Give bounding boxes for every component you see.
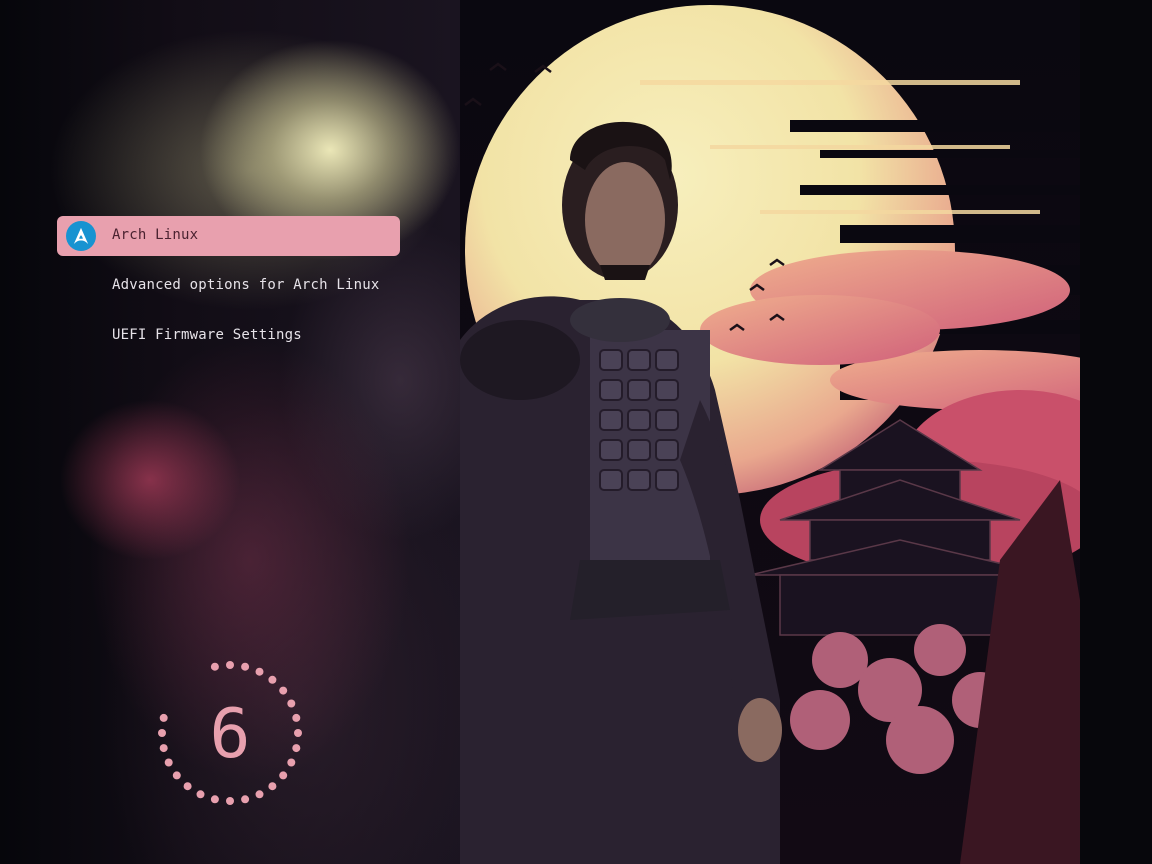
menu-item-label: UEFI Firmware Settings — [112, 327, 302, 343]
boot-menu: Arch Linux Advanced options for Arch Lin… — [57, 216, 400, 366]
menu-item-uefi-firmware-settings[interactable]: UEFI Firmware Settings — [57, 316, 400, 356]
menu-item-advanced-options[interactable]: Advanced options for Arch Linux — [57, 266, 400, 306]
menu-item-arch-linux[interactable]: Arch Linux — [57, 216, 400, 256]
countdown-number: 6 — [209, 695, 251, 774]
grub-boot-screen: Arch Linux Advanced options for Arch Lin… — [0, 0, 1152, 864]
arch-linux-icon — [66, 221, 96, 251]
samurai-artwork — [460, 0, 1152, 864]
countdown-timer: 6 — [150, 655, 310, 815]
menu-item-label: Advanced options for Arch Linux — [112, 277, 380, 293]
menu-item-label: Arch Linux — [112, 227, 199, 243]
